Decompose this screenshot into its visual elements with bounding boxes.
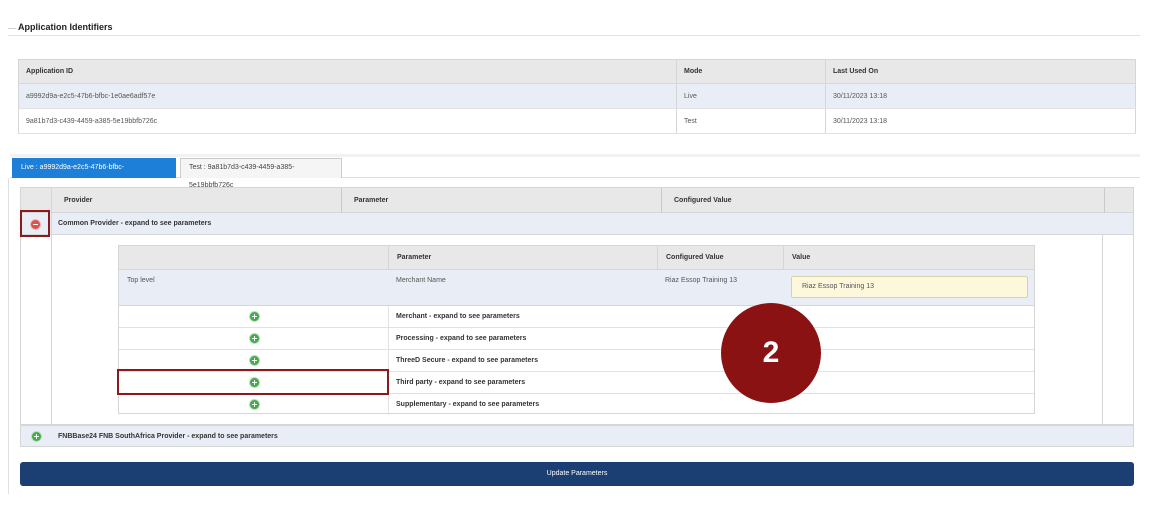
group-label: Processing - expand to see parameters (396, 335, 527, 342)
last-used-cell: 30/11/2023 13:18 (825, 108, 1136, 134)
parameter-cell: Merchant Name (396, 277, 446, 284)
mode-cell: Test (676, 108, 826, 134)
expand-plus-icon[interactable] (250, 312, 259, 321)
col-provider: Provider (51, 188, 341, 213)
application-id-cell: 9a81b7d3-c439-4459-a385-5e19bbfb726c (18, 108, 677, 134)
application-identifiers-table: Application ID Mode Last Used On a9992d9… (18, 59, 1136, 134)
col-configured-value: Configured Value (661, 188, 1105, 213)
application-id-cell: a9992d9a-e2c5-47b6-bfbc-1e0ae6adf57e (18, 83, 677, 109)
table-row[interactable]: a9992d9a-e2c5-47b6-bfbc-1e0ae6adf57e Liv… (18, 83, 1136, 109)
group-label: Supplementary - expand to see parameters (396, 401, 540, 408)
merchant-name-input[interactable]: Riaz Essop Training 13 (791, 276, 1028, 298)
col-parameter: Parameter (388, 246, 657, 270)
section-title: Application Identifiers (18, 22, 116, 32)
mode-tabs: Live : a9992d9a-e2c5-47b6-bfbc-1e0ae6adf… (10, 154, 1140, 189)
section-header: Application Identifiers (8, 22, 1140, 36)
level-cell: Top level (127, 277, 155, 284)
expand-plus-icon[interactable] (250, 334, 259, 343)
col-value: Value (783, 246, 1035, 270)
col-application-id: Application ID (18, 59, 677, 84)
table-row: Top level Merchant Name Riaz Essop Train… (119, 270, 1034, 306)
mode-cell: Live (676, 83, 826, 109)
step-number-badge: 2 (721, 303, 821, 403)
provider-label: FNBBase24 FNB SouthAfrica Provider - exp… (58, 433, 278, 440)
provider-row-fnb[interactable]: FNBBase24 FNB SouthAfrica Provider - exp… (20, 425, 1134, 447)
expand-plus-icon[interactable] (250, 356, 259, 365)
group-label: Third party - expand to see parameters (396, 379, 526, 386)
provider-label: Common Provider - expand to see paramete… (58, 220, 212, 227)
group-row-processing[interactable]: Processing - expand to see parameters (119, 328, 1034, 350)
col-last-used: Last Used On (825, 59, 1136, 84)
provider-row-common[interactable]: Common Provider - expand to see paramete… (21, 213, 1133, 235)
provider-table-header: Provider Parameter Configured Value (21, 188, 1133, 213)
group-label: ThreeD Secure - expand to see parameters (396, 357, 539, 364)
tab-live[interactable]: Live : a9992d9a-e2c5-47b6-bfbc-1e0ae6adf… (12, 158, 176, 189)
group-row-supplementary[interactable]: Supplementary - expand to see parameters (119, 394, 1034, 416)
configured-value-cell: Riaz Essop Training 13 (665, 277, 737, 284)
col-configured-value: Configured Value (657, 246, 783, 270)
expand-plus-icon[interactable] (32, 432, 41, 441)
col-parameter: Parameter (341, 188, 661, 213)
parameter-table-header: Parameter Configured Value Value (119, 246, 1034, 270)
tab-test[interactable]: Test : 9a81b7d3-c439-4459-a385-5e19bbfb7… (180, 158, 342, 189)
table-row[interactable]: 9a81b7d3-c439-4459-a385-5e19bbfb726c Tes… (18, 108, 1136, 134)
last-used-cell: 30/11/2023 13:18 (825, 83, 1136, 109)
group-row-merchant[interactable]: Merchant - expand to see parameters (119, 306, 1034, 328)
group-label: Merchant - expand to see parameters (396, 313, 520, 320)
expand-plus-icon[interactable] (250, 400, 259, 409)
highlight-third-party-expand (117, 369, 389, 395)
col-mode: Mode (676, 59, 826, 84)
update-parameters-button[interactable]: Update Parameters (20, 462, 1134, 486)
highlight-collapse-button (20, 210, 50, 237)
